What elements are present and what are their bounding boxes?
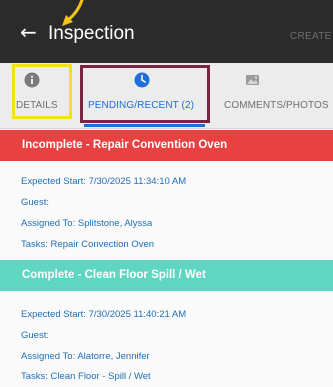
task-card[interactable]: Expected Start: 7/30/2025 11:40:21 AM Gu… (0, 291, 333, 387)
guest: Guest: (21, 197, 49, 208)
tab-comments-photos-label: COMMENTS/PHOTOS (224, 100, 329, 111)
task-status-banner[interactable]: Incomplete - Repair Convention Oven (0, 130, 333, 161)
app-bar: ← Inspection CREATE (0, 0, 333, 63)
details-highlight-box (12, 64, 72, 119)
guest: Guest: (21, 330, 49, 341)
pending-highlight-box (80, 65, 210, 123)
pointer-arrow-icon (62, 0, 84, 26)
image-icon (246, 75, 259, 85)
assigned-to: Assigned To: Alatorre, Jennifer (21, 351, 150, 362)
task-card[interactable]: Expected Start: 7/30/2025 11:34:10 AM Gu… (0, 161, 333, 260)
active-tab-indicator (84, 124, 205, 127)
assigned-to: Assigned To: Splitstone, Alyssa (21, 218, 153, 229)
expected-start: Expected Start: 7/30/2025 11:40:21 AM (21, 309, 187, 320)
expected-start: Expected Start: 7/30/2025 11:34:10 AM (21, 176, 187, 187)
tab-comments-photos[interactable]: COMMENTS/PHOTOS (210, 63, 333, 129)
task-name: Tasks: Repair Convection Oven (21, 239, 155, 250)
task-status-banner[interactable]: Complete - Clean Floor Spill / Wet (0, 260, 333, 291)
create-button[interactable]: CREATE (290, 31, 332, 42)
task-name: Tasks: Clean Floor - Spill / Wet (21, 371, 151, 382)
back-arrow-icon[interactable]: ← (20, 22, 37, 42)
